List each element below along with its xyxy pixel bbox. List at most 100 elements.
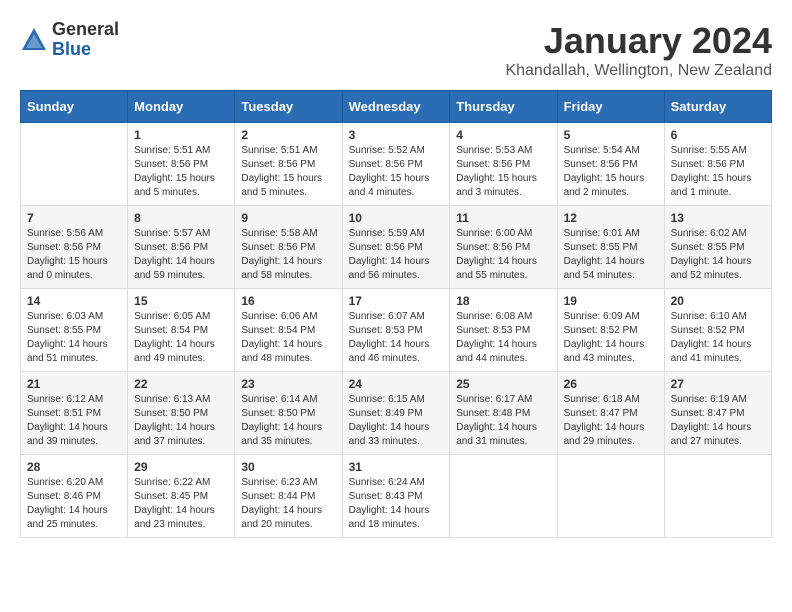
day-number: 4: [456, 128, 550, 142]
calendar-cell: 15 Sunrise: 6:05 AM Sunset: 8:54 PM Dayli…: [128, 289, 235, 372]
day-info: Sunrise: 6:05 AM Sunset: 8:54 PM Dayligh…: [134, 310, 228, 366]
calendar-day-header: Thursday: [450, 91, 557, 123]
day-number: 13: [671, 211, 765, 225]
day-number: 2: [241, 128, 335, 142]
calendar-cell: 16 Sunrise: 6:06 AM Sunset: 8:54 PM Dayli…: [235, 289, 342, 372]
calendar-cell: 12 Sunrise: 6:01 AM Sunset: 8:55 PM Dayli…: [557, 206, 664, 289]
calendar-week-row: 14 Sunrise: 6:03 AM Sunset: 8:55 PM Dayli…: [21, 289, 772, 372]
day-info: Sunrise: 5:57 AM Sunset: 8:56 PM Dayligh…: [134, 227, 228, 283]
day-number: 18: [456, 294, 550, 308]
day-info: Sunrise: 6:17 AM Sunset: 8:48 PM Dayligh…: [456, 393, 550, 449]
calendar-cell: 24 Sunrise: 6:15 AM Sunset: 8:49 PM Dayli…: [342, 372, 450, 455]
calendar-header-row: SundayMondayTuesdayWednesdayThursdayFrid…: [21, 91, 772, 123]
day-number: 23: [241, 377, 335, 391]
day-info: Sunrise: 5:51 AM Sunset: 8:56 PM Dayligh…: [134, 144, 228, 200]
calendar-cell: 20 Sunrise: 6:10 AM Sunset: 8:52 PM Dayli…: [664, 289, 771, 372]
day-info: Sunrise: 6:08 AM Sunset: 8:53 PM Dayligh…: [456, 310, 550, 366]
calendar-cell: 27Sunrise: 6:19 AM Sunset: 8:47 PM Dayli…: [664, 372, 771, 455]
calendar-day-header: Saturday: [664, 91, 771, 123]
day-info: Sunrise: 6:15 AM Sunset: 8:49 PM Dayligh…: [349, 393, 444, 449]
day-number: 19: [564, 294, 658, 308]
day-info: Sunrise: 5:56 AM Sunset: 8:56 PM Dayligh…: [27, 227, 121, 283]
calendar-cell: 1 Sunrise: 5:51 AM Sunset: 8:56 PM Daylig…: [128, 123, 235, 206]
calendar-cell: 2 Sunrise: 5:51 AM Sunset: 8:56 PM Daylig…: [235, 123, 342, 206]
calendar-day-header: Tuesday: [235, 91, 342, 123]
calendar-cell: 6 Sunrise: 5:55 AM Sunset: 8:56 PM Daylig…: [664, 123, 771, 206]
calendar-table: SundayMondayTuesdayWednesdayThursdayFrid…: [20, 90, 772, 538]
calendar-cell: [557, 455, 664, 538]
day-info: Sunrise: 6:07 AM Sunset: 8:53 PM Dayligh…: [349, 310, 444, 366]
day-number: 30: [241, 460, 335, 474]
day-number: 1: [134, 128, 228, 142]
day-info: Sunrise: 6:03 AM Sunset: 8:55 PM Dayligh…: [27, 310, 121, 366]
day-info: Sunrise: 5:58 AM Sunset: 8:56 PM Dayligh…: [241, 227, 335, 283]
day-info: Sunrise: 6:14 AM Sunset: 8:50 PM Dayligh…: [241, 393, 335, 449]
calendar-cell: 30 Sunrise: 6:23 AM Sunset: 8:44 PM Dayli…: [235, 455, 342, 538]
day-number: 7: [27, 211, 121, 225]
day-info: Sunrise: 5:52 AM Sunset: 8:56 PM Dayligh…: [349, 144, 444, 200]
day-info: Sunrise: 6:10 AM Sunset: 8:52 PM Dayligh…: [671, 310, 765, 366]
calendar-cell: 10Sunrise: 5:59 AM Sunset: 8:56 PM Dayli…: [342, 206, 450, 289]
calendar-cell: 18 Sunrise: 6:08 AM Sunset: 8:53 PM Dayli…: [450, 289, 557, 372]
day-info: Sunrise: 6:23 AM Sunset: 8:44 PM Dayligh…: [241, 476, 335, 532]
calendar-cell: 17 Sunrise: 6:07 AM Sunset: 8:53 PM Dayli…: [342, 289, 450, 372]
day-number: 8: [134, 211, 228, 225]
day-number: 11: [456, 211, 550, 225]
day-number: 10: [349, 211, 444, 225]
calendar-day-header: Sunday: [21, 91, 128, 123]
calendar-cell: 8 Sunrise: 5:57 AM Sunset: 8:56 PM Daylig…: [128, 206, 235, 289]
day-info: Sunrise: 5:55 AM Sunset: 8:56 PM Dayligh…: [671, 144, 765, 200]
day-number: 20: [671, 294, 765, 308]
day-number: 15: [134, 294, 228, 308]
day-number: 9: [241, 211, 335, 225]
calendar-cell: 3Sunrise: 5:52 AM Sunset: 8:56 PM Daylig…: [342, 123, 450, 206]
calendar-day-header: Monday: [128, 91, 235, 123]
day-number: 26: [564, 377, 658, 391]
day-number: 16: [241, 294, 335, 308]
day-number: 25: [456, 377, 550, 391]
logo-text: General Blue: [52, 20, 119, 60]
calendar-day-header: Wednesday: [342, 91, 450, 123]
calendar-cell: 23 Sunrise: 6:14 AM Sunset: 8:50 PM Dayli…: [235, 372, 342, 455]
day-number: 24: [349, 377, 444, 391]
day-number: 14: [27, 294, 121, 308]
calendar-cell: [450, 455, 557, 538]
day-info: Sunrise: 6:13 AM Sunset: 8:50 PM Dayligh…: [134, 393, 228, 449]
calendar-cell: 25 Sunrise: 6:17 AM Sunset: 8:48 PM Dayli…: [450, 372, 557, 455]
calendar-cell: 26 Sunrise: 6:18 AM Sunset: 8:47 PM Dayli…: [557, 372, 664, 455]
calendar-week-row: 1 Sunrise: 5:51 AM Sunset: 8:56 PM Daylig…: [21, 123, 772, 206]
day-info: Sunrise: 6:20 AM Sunset: 8:46 PM Dayligh…: [27, 476, 121, 532]
day-info: Sunrise: 6:09 AM Sunset: 8:52 PM Dayligh…: [564, 310, 658, 366]
day-number: 28: [27, 460, 121, 474]
logo-icon: [20, 26, 48, 54]
calendar-cell: 28 Sunrise: 6:20 AM Sunset: 8:46 PM Dayli…: [21, 455, 128, 538]
day-number: 12: [564, 211, 658, 225]
day-number: 17: [349, 294, 444, 308]
calendar-cell: 5Sunrise: 5:54 AM Sunset: 8:56 PM Daylig…: [557, 123, 664, 206]
day-number: 27: [671, 377, 765, 391]
calendar-week-row: 21Sunrise: 6:12 AM Sunset: 8:51 PM Dayli…: [21, 372, 772, 455]
day-info: Sunrise: 6:22 AM Sunset: 8:45 PM Dayligh…: [134, 476, 228, 532]
calendar-cell: 11Sunrise: 6:00 AM Sunset: 8:56 PM Dayli…: [450, 206, 557, 289]
calendar-week-row: 7 Sunrise: 5:56 AM Sunset: 8:56 PM Daylig…: [21, 206, 772, 289]
day-number: 31: [349, 460, 444, 474]
day-number: 22: [134, 377, 228, 391]
day-info: Sunrise: 5:51 AM Sunset: 8:56 PM Dayligh…: [241, 144, 335, 200]
day-info: Sunrise: 6:01 AM Sunset: 8:55 PM Dayligh…: [564, 227, 658, 283]
day-info: Sunrise: 6:12 AM Sunset: 8:51 PM Dayligh…: [27, 393, 121, 449]
day-info: Sunrise: 6:18 AM Sunset: 8:47 PM Dayligh…: [564, 393, 658, 449]
day-info: Sunrise: 6:06 AM Sunset: 8:54 PM Dayligh…: [241, 310, 335, 366]
calendar-day-header: Friday: [557, 91, 664, 123]
day-info: Sunrise: 6:24 AM Sunset: 8:43 PM Dayligh…: [349, 476, 444, 532]
calendar-cell: [21, 123, 128, 206]
day-number: 6: [671, 128, 765, 142]
calendar-cell: 31 Sunrise: 6:24 AM Sunset: 8:43 PM Dayli…: [342, 455, 450, 538]
day-number: 29: [134, 460, 228, 474]
day-info: Sunrise: 6:02 AM Sunset: 8:55 PM Dayligh…: [671, 227, 765, 283]
logo: General Blue: [20, 20, 119, 60]
day-number: 5: [564, 128, 658, 142]
calendar-cell: 4 Sunrise: 5:53 AM Sunset: 8:56 PM Daylig…: [450, 123, 557, 206]
calendar-cell: 14 Sunrise: 6:03 AM Sunset: 8:55 PM Dayli…: [21, 289, 128, 372]
location-subtitle: Khandallah, Wellington, New Zealand: [505, 62, 772, 80]
day-info: Sunrise: 5:53 AM Sunset: 8:56 PM Dayligh…: [456, 144, 550, 200]
